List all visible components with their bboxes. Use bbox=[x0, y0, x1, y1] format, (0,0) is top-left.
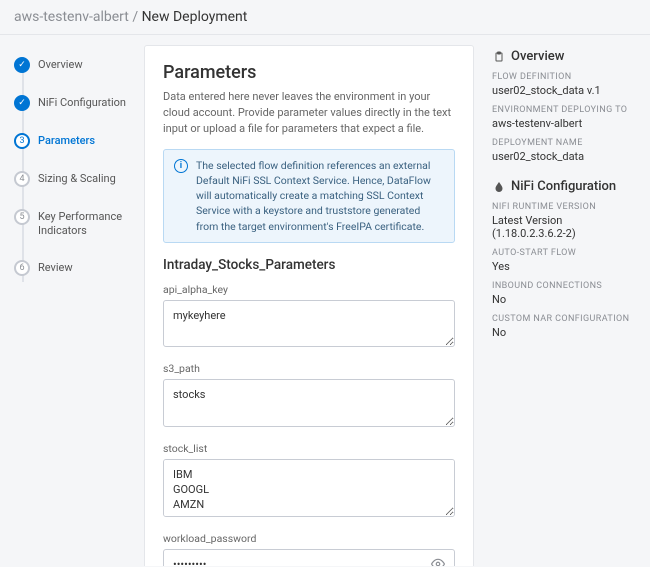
content-area: Parameters Data entered here never leave… bbox=[140, 35, 480, 566]
field-s3-path: s3_path bbox=[163, 362, 455, 430]
workload-password-input[interactable] bbox=[163, 549, 455, 566]
summary-label: CUSTOM NAR CONFIGURATION bbox=[492, 314, 638, 324]
step-review[interactable]: 6 Review bbox=[14, 252, 132, 290]
info-banner-text: The selected flow definition references … bbox=[196, 158, 444, 234]
summary-label: ENVIRONMENT DEPLOYING TO bbox=[492, 105, 638, 115]
step-number-icon: 4 bbox=[14, 171, 30, 187]
summary-label: NIFI RUNTIME VERSION bbox=[492, 202, 638, 212]
s3-path-input[interactable] bbox=[163, 379, 455, 427]
field-label: stock_list bbox=[163, 442, 455, 455]
info-icon: i bbox=[174, 159, 188, 173]
field-label: s3_path bbox=[163, 362, 455, 375]
breadcrumb-env[interactable]: aws-testenv-albert bbox=[14, 9, 129, 25]
wizard-steps: Overview NiFi Configuration 3 Parameters… bbox=[14, 49, 132, 290]
breadcrumb-sep: / bbox=[132, 9, 141, 25]
eye-icon[interactable] bbox=[431, 557, 445, 566]
summary-value: No bbox=[492, 293, 638, 306]
step-number-icon: 5 bbox=[14, 209, 30, 225]
summary-value: Yes bbox=[492, 260, 638, 273]
summary-value: No bbox=[492, 326, 638, 339]
step-kpi[interactable]: 5 Key Performance Indicators bbox=[14, 201, 132, 252]
summary-value: user02_stock_data v.1 bbox=[492, 84, 638, 97]
breadcrumb-page: New Deployment bbox=[142, 9, 248, 25]
droplet-icon bbox=[492, 180, 505, 193]
page-title: Parameters bbox=[163, 62, 455, 83]
page-description: Data entered here never leaves the envir… bbox=[163, 89, 455, 137]
field-api-alpha-key: api_alpha_key <span class="redline">myke… bbox=[163, 283, 455, 350]
summary-label: INBOUND CONNECTIONS bbox=[492, 281, 638, 291]
summary-panel: Overview FLOW DEFINITION user02_stock_dat… bbox=[480, 35, 650, 566]
summary-nifi: NiFi Configuration NIFI RUNTIME VERSION L… bbox=[492, 179, 638, 339]
check-icon bbox=[14, 57, 30, 73]
field-stock-list: stock_list bbox=[163, 442, 455, 520]
stock-list-input[interactable] bbox=[163, 459, 455, 517]
summary-overview: Overview FLOW DEFINITION user02_stock_dat… bbox=[492, 49, 638, 163]
summary-label: AUTO-START FLOW bbox=[492, 248, 638, 258]
step-sizing-scaling[interactable]: 4 Sizing & Scaling bbox=[14, 163, 132, 201]
parameter-group-title: Intraday_Stocks_Parameters bbox=[163, 257, 455, 273]
field-label: api_alpha_key bbox=[163, 283, 455, 296]
check-icon bbox=[14, 95, 30, 111]
parameters-card: Parameters Data entered here never leave… bbox=[144, 45, 474, 566]
step-nifi-configuration[interactable]: NiFi Configuration bbox=[14, 87, 132, 125]
summary-label: DEPLOYMENT NAME bbox=[492, 138, 638, 148]
wizard-sidebar: Overview NiFi Configuration 3 Parameters… bbox=[0, 35, 140, 566]
summary-label: FLOW DEFINITION bbox=[492, 72, 638, 82]
step-parameters[interactable]: 3 Parameters bbox=[14, 125, 132, 163]
api-alpha-key-input[interactable]: <span class="redline">mykeyhere</span> bbox=[163, 300, 455, 347]
step-overview[interactable]: Overview bbox=[14, 49, 132, 87]
summary-value: user02_stock_data bbox=[492, 150, 638, 163]
summary-overview-title: Overview bbox=[492, 49, 638, 64]
summary-nifi-title: NiFi Configuration bbox=[492, 179, 638, 194]
summary-value: aws-testenv-albert bbox=[492, 117, 638, 130]
field-label: workload_password bbox=[163, 532, 455, 545]
info-banner: i The selected flow definition reference… bbox=[163, 149, 455, 243]
clipboard-icon bbox=[492, 50, 505, 63]
summary-value: Latest Version (1.18.0.2.3.6.2-2) bbox=[492, 214, 638, 240]
breadcrumb: aws-testenv-albert / New Deployment bbox=[0, 0, 650, 35]
field-workload-password: workload_password bbox=[163, 532, 455, 566]
step-number-icon: 6 bbox=[14, 260, 30, 276]
step-number-icon: 3 bbox=[14, 133, 30, 149]
